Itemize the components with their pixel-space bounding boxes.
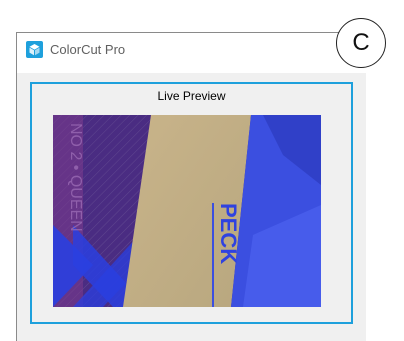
preview-panel: Live Preview NO 2 • QUEEN PECK [30, 82, 353, 324]
window-title: ColorCut Pro [50, 42, 126, 57]
app-window: ColorCut Pro Live Preview NO 2 • QUEEN P… [16, 32, 366, 341]
live-preview-image: NO 2 • QUEEN PECK [53, 115, 321, 307]
title-bar[interactable]: ColorCut Pro [17, 33, 366, 73]
preview-text-right: PECK [216, 203, 241, 264]
cube-icon [26, 41, 43, 58]
preview-text-left: NO 2 • QUEEN [67, 123, 84, 232]
preview-label: Live Preview [157, 89, 226, 103]
annotation-badge: C [336, 18, 386, 68]
